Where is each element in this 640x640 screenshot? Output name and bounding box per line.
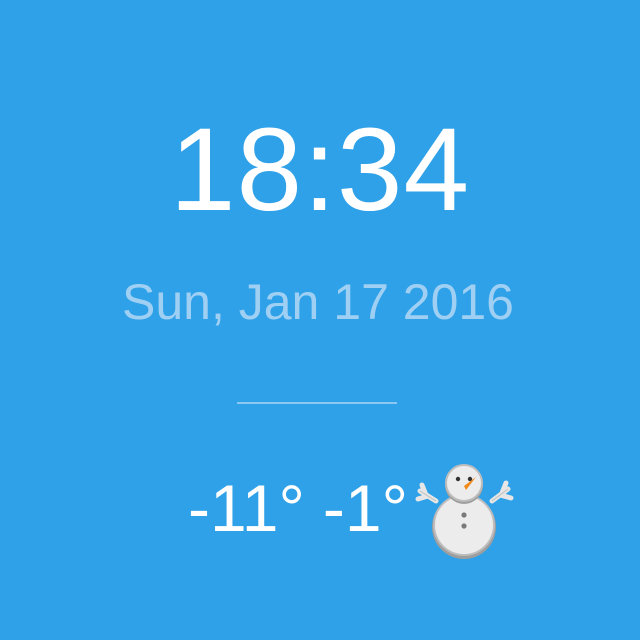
temperature-range: -11° -1° [188, 468, 408, 548]
widget-screen: 18:34 Sun, Jan 17 2016 -11° -1° [0, 0, 640, 640]
weather-row[interactable]: -11° -1° [188, 458, 514, 559]
divider [237, 402, 397, 404]
temperature-high: -1° [322, 471, 408, 545]
clock-date: Sun, Jan 17 2016 [122, 274, 514, 330]
clock-time: 18:34 [169, 104, 471, 236]
snowman-icon [415, 464, 514, 559]
temperature-low: -11° [188, 471, 305, 545]
